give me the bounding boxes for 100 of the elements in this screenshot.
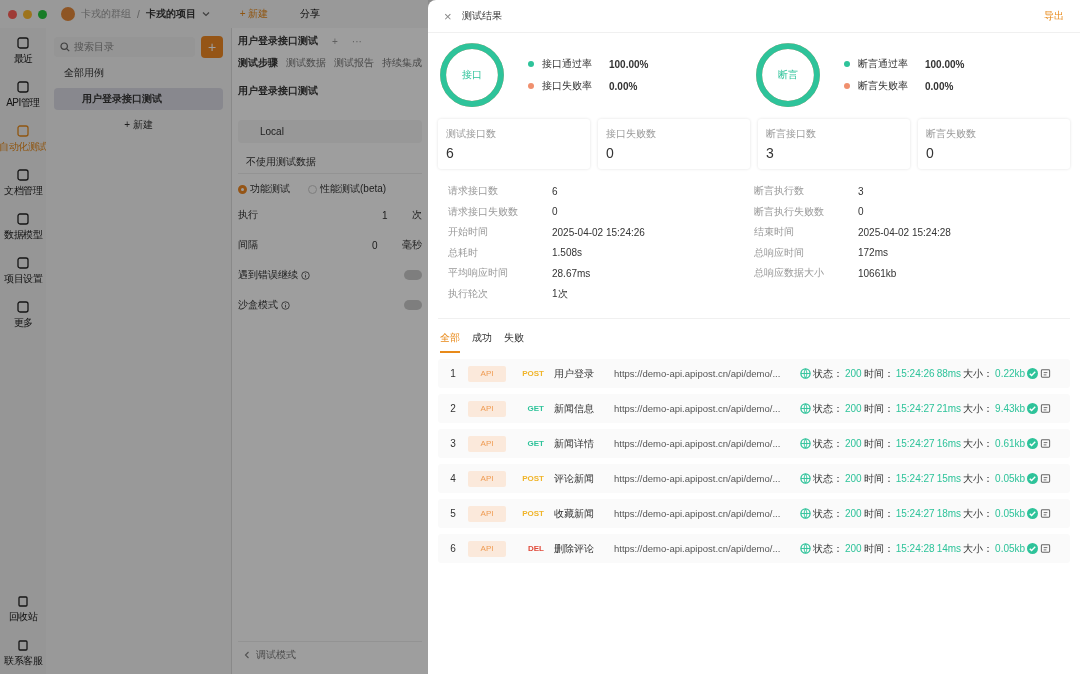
nav-item[interactable]: 最近 [13,36,33,66]
editor-subtab[interactable]: 测试步骤 [238,56,278,70]
result-row[interactable]: 4 API POST 评论新闻 https://demo-api.apipost.cn/api/demo/... 状态： 200 时间： 15:24:27 15ms 大小： 0.05kb [438,464,1070,493]
stat-label: 断言接口数 [766,127,817,141]
stat-value: 3 [766,145,775,161]
time-label: 时间： [863,506,894,521]
debug-mode-link[interactable]: 调试模式 [256,648,296,662]
size-label: 大小： [963,436,994,451]
http-method: POST [521,369,544,378]
nav-item[interactable]: 数据模型 [4,212,42,242]
api-name: 收藏新闻 [554,506,595,521]
unit-label: 毫秒 [402,238,422,252]
close-window-dot[interactable] [8,9,17,19]
check-icon [1027,438,1039,449]
filter-tab[interactable]: 失败 [504,331,524,353]
legend-label: 接口通过率 [542,57,593,71]
time-label: 时间： [863,366,894,381]
test-data-select[interactable]: 不使用测试数据 [238,151,422,174]
avatar[interactable] [61,7,75,21]
chevron-left-icon[interactable] [244,651,250,659]
document-icon[interactable] [1040,438,1052,449]
help-icon[interactable] [281,300,290,310]
detail-value: 6 [552,185,558,197]
legend-value: 0.00% [609,80,638,92]
result-row[interactable]: 2 API GET 新闻信息 https://demo-api.apipost.cn/api/demo/... 状态： 200 时间： 15:24:27 21ms 大小： 9.43kb [438,394,1070,423]
chevron-down-icon[interactable] [201,11,210,17]
nav-item[interactable]: 回收站 [8,594,38,624]
mode-radio[interactable]: 性能测试(beta) [308,182,387,196]
size-label: 大小： [963,366,994,381]
check-icon [1027,403,1039,414]
nav-icon [16,168,30,182]
check-icon [1027,508,1039,519]
editor-subtab[interactable]: 测试报告 [334,56,374,70]
editor-tab[interactable]: 用户登录接口测试 [238,34,318,48]
detail-value: 10661kb [858,267,897,279]
detail-value: 0 [552,206,558,218]
status-code: 200 [845,438,862,449]
share-button[interactable]: 分享 [294,5,327,23]
document-icon[interactable] [1040,368,1052,379]
new-case-link[interactable]: + 新建 [54,118,223,132]
type-badge: API [468,470,506,487]
close-button[interactable]: × [444,8,452,24]
tree-root[interactable]: 全部用例 [54,66,223,80]
stat-label: 断言失败数 [926,127,977,141]
detail-value: 3 [858,185,864,197]
duration: 14ms [936,543,962,554]
duration: 21ms [936,403,962,414]
result-row[interactable]: 1 API POST 用户登录 https://demo-api.apipost.cn/api/demo/... 状态： 200 时间： 15:24:26 88ms 大小： 0.22kb [438,359,1070,388]
size-label: 大小： [963,541,994,556]
result-row[interactable]: 6 API DEL 删除评论 https://demo-api.apipost.cn/api/demo/... 状态： 200 时间： 15:24:28 14ms 大小： 0.05kb [438,534,1070,563]
api-name: 新闻信息 [554,401,595,416]
number-field[interactable]: 0 [372,239,402,251]
document-icon[interactable] [1040,403,1052,414]
drawer-title: 测试结果 [461,9,503,23]
stat-label: 接口失败数 [606,127,657,141]
time-label: 时间： [863,471,894,486]
tree-item[interactable]: 用户登录接口测试 [54,88,223,110]
result-row[interactable]: 5 API POST 收藏新闻 https://demo-api.apipost.cn/api/demo/... 状态： 200 时间： 15:24:27 18ms 大小： 0.05kb [438,499,1070,528]
filter-tab[interactable]: 成功 [472,331,492,353]
field-label: 间隔 [238,238,259,252]
http-method: POST [521,509,544,518]
row-index: 5 [449,508,457,519]
document-icon[interactable] [1040,543,1052,554]
zoom-window-dot[interactable] [38,9,47,19]
number-field[interactable]: 1 [382,209,412,221]
editor-subtab[interactable]: 测试数据 [286,56,326,70]
mode-radio[interactable]: 功能测试 [238,182,290,196]
unit-label: 次 [412,208,422,222]
http-method: POST [521,474,544,483]
duration: 88ms [936,368,962,379]
nav-item[interactable]: 文档管理 [4,168,42,198]
environment-select[interactable]: Local [238,120,422,143]
request-url: https://demo-api.apipost.cn/api/demo/... [614,508,782,519]
status-label: 状态： [813,506,843,521]
breadcrumb-separator: / [137,8,140,20]
minimize-window-dot[interactable] [23,9,32,19]
result-row[interactable]: 3 API GET 新闻详情 https://demo-api.apipost.cn/api/demo/... 状态： 200 时间： 15:24:27 16ms 大小： 0.61kb [438,429,1070,458]
detail-label: 断言执行失败数 [754,204,825,219]
help-icon[interactable] [301,270,310,280]
document-icon[interactable] [1040,473,1052,484]
type-badge: API [468,505,506,522]
toggle-switch[interactable] [404,300,422,310]
project-selector[interactable]: 卡戎的项目 [145,7,196,21]
toggle-switch[interactable] [404,270,422,280]
nav-item[interactable]: API管理 [6,80,40,110]
api-name: 新闻详情 [554,436,595,451]
type-badge: API [468,435,506,452]
toggle-label: 遇到错误继续 [238,268,298,282]
legend-value: 100.00% [609,58,649,70]
detail-label: 请求接口失败数 [448,204,519,219]
editor-subtab[interactable]: 持续集成 [382,56,422,70]
stat-value: 0 [926,145,935,161]
status-code: 200 [845,403,862,414]
toggle-label: 沙盒模式 [238,298,278,312]
document-icon[interactable] [1040,508,1052,519]
nav-item[interactable]: 联系客服 [4,638,42,668]
request-time: 15:24:27 [895,403,935,414]
nav-item[interactable]: 更多 [13,300,33,330]
size-label: 大小： [963,506,994,521]
nav-item[interactable]: 项目设置 [4,256,42,286]
